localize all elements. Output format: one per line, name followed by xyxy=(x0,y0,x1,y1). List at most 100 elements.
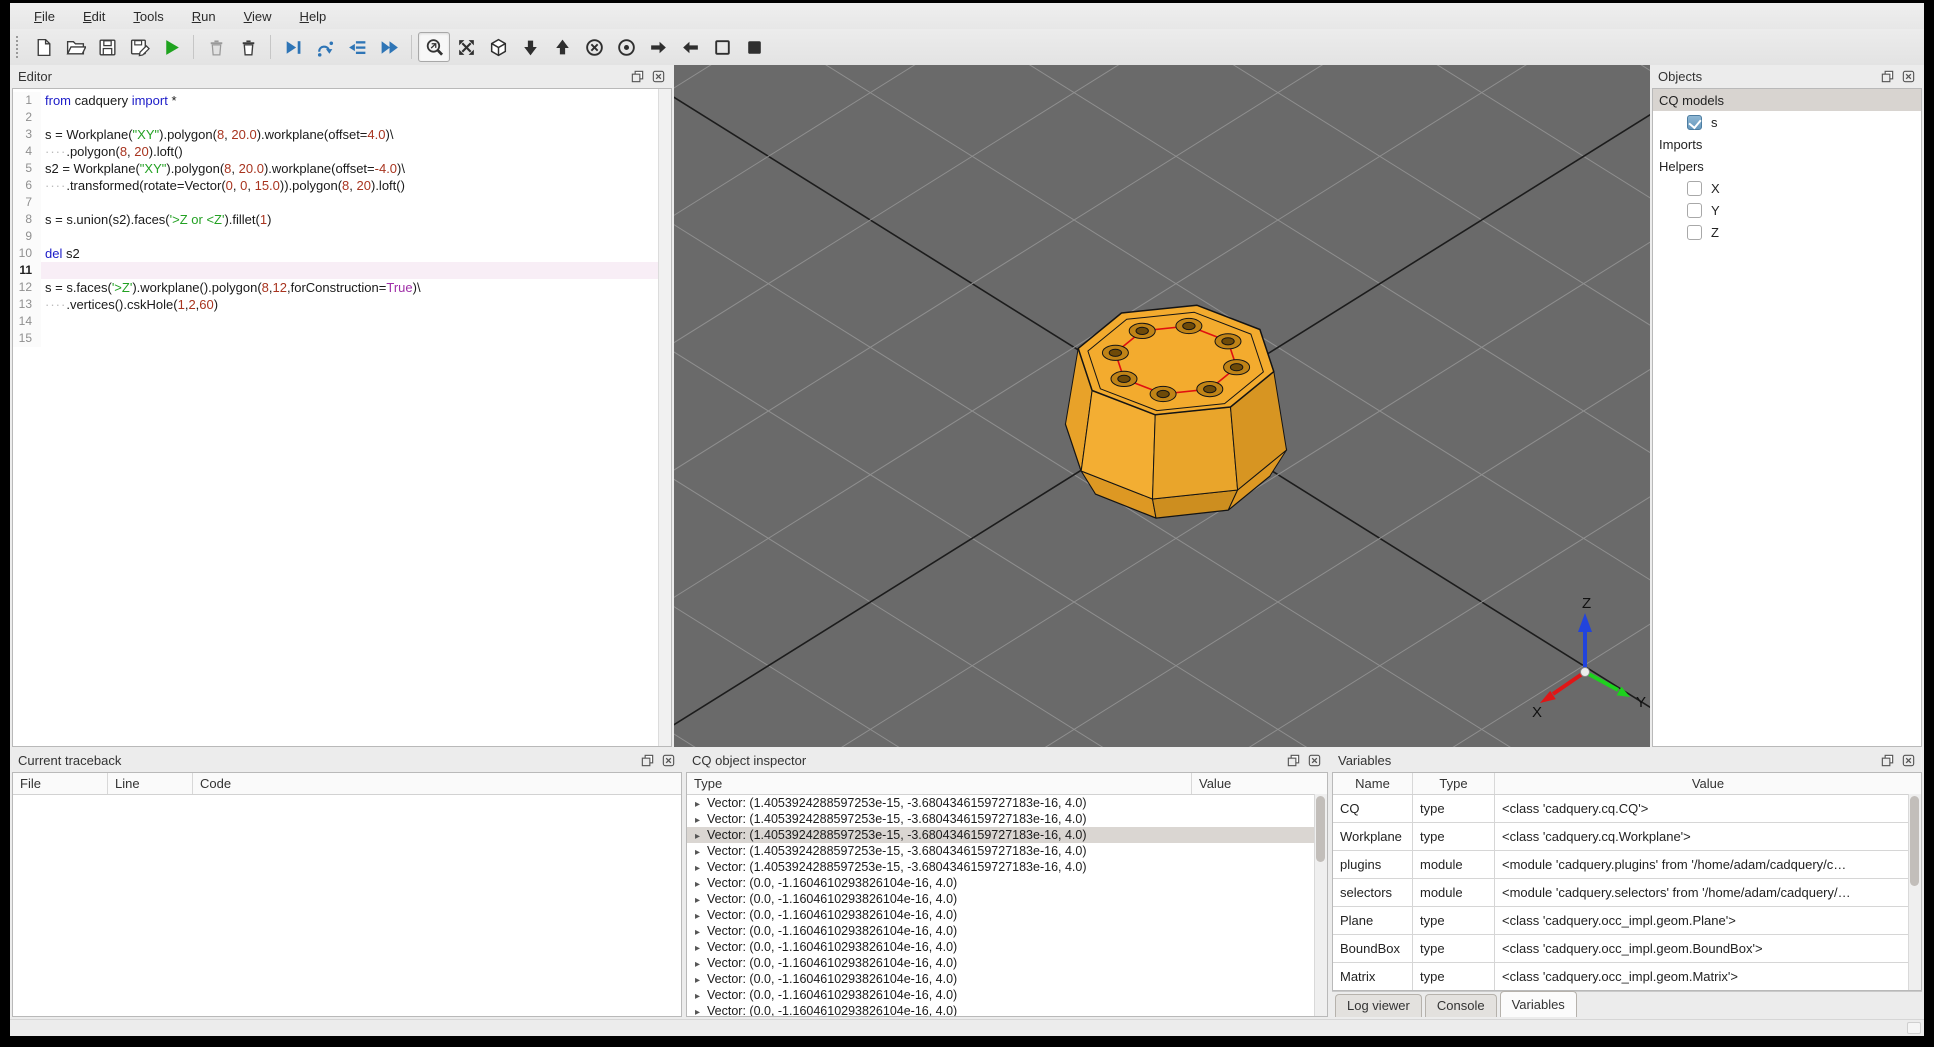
traceback-col-code[interactable]: Code xyxy=(193,773,681,794)
variables-col-name[interactable]: Name xyxy=(1333,773,1413,794)
open-file-icon[interactable] xyxy=(59,32,91,62)
variables-float-icon[interactable] xyxy=(1879,753,1895,769)
toolbar-drag-handle[interactable] xyxy=(16,36,21,58)
inspector-row[interactable]: ▸ Vector: (0.0, -1.1604610293826104e-16, … xyxy=(687,971,1327,987)
inspector-row[interactable]: ▸ Vector: (0.0, -1.1604610293826104e-16, … xyxy=(687,907,1327,923)
checkbox-checked[interactable] xyxy=(1687,114,1702,130)
traceback-close-icon[interactable] xyxy=(660,753,676,769)
expand-arrow-icon[interactable]: ▸ xyxy=(695,799,700,810)
inspector-row[interactable]: ▸ Vector: (0.0, -1.1604610293826104e-16, … xyxy=(687,923,1327,939)
code-line-2[interactable]: 2 xyxy=(13,109,671,126)
tree-item-s[interactable]: s xyxy=(1653,111,1921,133)
expand-arrow-icon[interactable]: ▸ xyxy=(695,991,700,1002)
code-line-1[interactable]: 1 from cadquery import * xyxy=(13,92,671,109)
expand-arrow-icon[interactable]: ▸ xyxy=(695,895,700,906)
inspector-row[interactable]: ▸ Vector: (0.0, -1.1604610293826104e-16, … xyxy=(687,875,1327,891)
inspector-row[interactable]: ▸ Vector: (0.0, -1.1604610293826104e-16, … xyxy=(687,891,1327,907)
inspector-col-type[interactable]: Type xyxy=(687,773,1192,794)
tree-item-y[interactable]: Y xyxy=(1653,199,1921,221)
menu-edit[interactable]: Edit xyxy=(73,6,115,27)
inspector-row[interactable]: ▸ Vector: (0.0, -1.1604610293826104e-16, … xyxy=(687,955,1327,971)
right-view-icon[interactable] xyxy=(674,32,706,62)
traceback-col-line[interactable]: Line xyxy=(108,773,193,794)
variable-row-boundbox[interactable]: BoundBox type <class 'cadquery.occ_impl.ge… xyxy=(1333,935,1921,963)
inspector-col-value[interactable]: Value xyxy=(1192,773,1327,794)
delete-object-icon[interactable] xyxy=(200,32,232,62)
inspector-row[interactable]: ▸ Vector: (1.4053924288597253e-15, -3.680… xyxy=(687,843,1327,859)
tree-item-helpers[interactable]: Helpers xyxy=(1653,155,1921,177)
variables-close-icon[interactable] xyxy=(1900,753,1916,769)
traceback-float-icon[interactable] xyxy=(639,753,655,769)
inspector-row[interactable]: ▸ Vector: (1.4053924288597253e-15, -3.680… xyxy=(687,859,1327,875)
save-as-icon[interactable] xyxy=(123,32,155,62)
tree-item-imports[interactable]: Imports xyxy=(1653,133,1921,155)
objects-close-icon[interactable] xyxy=(1900,69,1916,85)
save-icon[interactable] xyxy=(91,32,123,62)
step-into-icon[interactable] xyxy=(341,32,373,62)
code-editor[interactable]: 1 from cadquery import * 2 3 s = Workplane("… xyxy=(13,89,671,746)
expand-arrow-icon[interactable]: ▸ xyxy=(695,879,700,890)
code-line-7[interactable]: 7 xyxy=(13,194,671,211)
variable-row-cq[interactable]: CQ type <class 'cadquery.cq.CQ'> xyxy=(1333,795,1921,823)
tree-item-cq-models[interactable]: CQ models xyxy=(1653,89,1921,111)
tab-variables[interactable]: Variables xyxy=(1499,991,1577,1017)
code-line-11[interactable]: 11 xyxy=(13,262,671,279)
checkbox-unchecked[interactable] xyxy=(1687,202,1702,218)
expand-arrow-icon[interactable]: ▸ xyxy=(695,1007,700,1016)
inspector-row[interactable]: ▸ Vector: (1.4053924288597253e-15, -3.680… xyxy=(687,811,1327,827)
fit-all-icon[interactable] xyxy=(450,32,482,62)
resize-grip[interactable] xyxy=(1907,1022,1921,1034)
run-to-line-icon[interactable] xyxy=(277,32,309,62)
expand-arrow-icon[interactable]: ▸ xyxy=(695,863,700,874)
variables-col-value[interactable]: Value xyxy=(1495,773,1921,794)
3d-viewport[interactable]: Z X Y xyxy=(674,65,1650,747)
tree-item-x[interactable]: X xyxy=(1653,177,1921,199)
editor-float-icon[interactable] xyxy=(629,69,645,85)
menu-file[interactable]: File xyxy=(24,6,65,27)
expand-arrow-icon[interactable]: ▸ xyxy=(695,831,700,842)
continue-icon[interactable] xyxy=(373,32,405,62)
tab-console[interactable]: Console xyxy=(1424,994,1497,1017)
zoom-fit-icon[interactable] xyxy=(418,32,450,62)
expand-arrow-icon[interactable]: ▸ xyxy=(695,927,700,938)
editor-close-icon[interactable] xyxy=(650,69,666,85)
inspector-close-icon[interactable] xyxy=(1306,753,1322,769)
menu-run[interactable]: Run xyxy=(182,6,226,27)
menu-view[interactable]: View xyxy=(234,6,282,27)
expand-arrow-icon[interactable]: ▸ xyxy=(695,911,700,922)
menu-help[interactable]: Help xyxy=(290,6,337,27)
tree-item-z[interactable]: Z xyxy=(1653,221,1921,243)
checkbox-unchecked[interactable] xyxy=(1687,224,1702,240)
inspector-row[interactable]: ▸ Vector: (1.4053924288597253e-15, -3.680… xyxy=(687,795,1327,811)
back-view-icon[interactable] xyxy=(610,32,642,62)
code-line-10[interactable]: 10 del s2 xyxy=(13,245,671,262)
bottom-view-icon[interactable] xyxy=(546,32,578,62)
variables-scrollbar[interactable] xyxy=(1908,794,1921,990)
inspector-row[interactable]: ▸ Vector: (0.0, -1.1604610293826104e-16, … xyxy=(687,1003,1327,1016)
iso-view-icon[interactable] xyxy=(482,32,514,62)
variables-col-type[interactable]: Type xyxy=(1413,773,1495,794)
expand-arrow-icon[interactable]: ▸ xyxy=(695,975,700,986)
code-line-8[interactable]: 8s = s.union(s2).faces('>Z or <Z').fille… xyxy=(13,211,671,228)
code-line-5[interactable]: 5 s2 = Workplane("XY").polygon(8, 20.0).w… xyxy=(13,160,671,177)
inspector-row[interactable]: ▸ Vector: (1.4053924288597253e-15, -3.680… xyxy=(687,827,1327,843)
top-view-icon[interactable] xyxy=(514,32,546,62)
inspector-scrollbar[interactable] xyxy=(1314,794,1327,1016)
render-run-icon[interactable] xyxy=(155,32,187,62)
expand-arrow-icon[interactable]: ▸ xyxy=(695,847,700,858)
expand-arrow-icon[interactable]: ▸ xyxy=(695,959,700,970)
code-line-15[interactable]: 15 xyxy=(13,330,671,347)
menu-tools[interactable]: Tools xyxy=(123,6,173,27)
expand-arrow-icon[interactable]: ▸ xyxy=(695,943,700,954)
traceback-col-file[interactable]: File xyxy=(13,773,108,794)
code-line-12[interactable]: 12 s = s.faces('>Z').workplane().polygon(… xyxy=(13,279,671,296)
delete-all-icon[interactable] xyxy=(232,32,264,62)
variable-row-selectors[interactable]: selectors module <module 'cadquery.selecto… xyxy=(1333,879,1921,907)
inspector-row[interactable]: ▸ Vector: (0.0, -1.1604610293826104e-16, … xyxy=(687,939,1327,955)
tab-log-viewer[interactable]: Log viewer xyxy=(1335,994,1422,1017)
inspector-row[interactable]: ▸ Vector: (0.0, -1.1604610293826104e-16, … xyxy=(687,987,1327,1003)
objects-float-icon[interactable] xyxy=(1879,69,1895,85)
front-view-icon[interactable] xyxy=(578,32,610,62)
code-line-13[interactable]: 13 ····.vertices().cskHole(1,2,60) xyxy=(13,296,671,313)
left-view-icon[interactable] xyxy=(642,32,674,62)
